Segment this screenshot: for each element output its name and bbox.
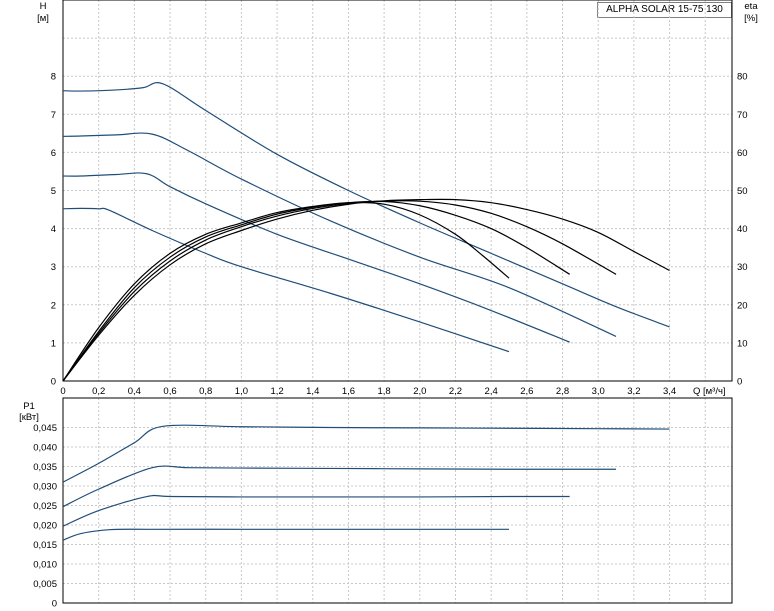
head-curve-1 bbox=[62, 207, 510, 353]
y2-tick-label: 50 bbox=[737, 186, 748, 197]
x-tick-label: 1,6 bbox=[342, 386, 355, 397]
y-tick-label: 6 bbox=[51, 148, 56, 159]
x-tick-label: 0 bbox=[60, 386, 65, 397]
x-tick-label: 3,0 bbox=[592, 386, 605, 397]
head-curve-2 bbox=[62, 172, 570, 343]
y-tick-label: 5 bbox=[51, 186, 56, 197]
x-tick-label: 2,0 bbox=[413, 386, 426, 397]
x-axis-title: Q bbox=[693, 386, 700, 397]
x-tick-label: 3,4 bbox=[663, 386, 676, 397]
x-tick-label: 1,0 bbox=[235, 386, 248, 397]
x-tick-label: 1,2 bbox=[270, 386, 283, 397]
y2-tick-label: 80 bbox=[737, 72, 748, 83]
p1-tick-label: 0,035 bbox=[33, 462, 57, 473]
y2-axis-title: eta bbox=[744, 1, 758, 12]
p1-tick-label: 0,005 bbox=[33, 579, 57, 590]
p1-tick-label: 0,015 bbox=[33, 540, 57, 551]
p1-tick-label: 0,030 bbox=[33, 482, 57, 493]
x-tick-label: 0,6 bbox=[163, 386, 176, 397]
p1-axis-title: P1 bbox=[23, 401, 35, 412]
y-tick-label: 3 bbox=[51, 262, 56, 273]
p1-tick-label: 0,020 bbox=[33, 521, 57, 532]
y-axis-title: H bbox=[40, 1, 47, 12]
y-tick-label: 7 bbox=[51, 110, 56, 121]
y2-tick-label: 70 bbox=[737, 110, 748, 121]
x-tick-label: 2,4 bbox=[485, 386, 498, 397]
y-tick-label: 1 bbox=[51, 338, 56, 349]
x-tick-label: 2,2 bbox=[449, 386, 462, 397]
x-axis-unit: [м³/ч] bbox=[703, 386, 726, 397]
y-tick-label: 2 bbox=[51, 300, 56, 311]
pump-performance-chart: 012345678010203040506070800 0,2 0,4 0,6 0,8 1… bbox=[19, 0, 758, 610]
p1-tick-label: 0,040 bbox=[33, 443, 57, 454]
power-curve-1 bbox=[62, 528, 509, 541]
y2-tick-label: 20 bbox=[737, 300, 748, 311]
p1-tick-label: 0,010 bbox=[33, 560, 57, 571]
x-tick-label: 3,2 bbox=[627, 386, 640, 397]
y-tick-label: 8 bbox=[51, 72, 56, 83]
head-curve-3 bbox=[62, 132, 617, 337]
y-tick-label: 4 bbox=[51, 224, 56, 235]
y2-tick-label: 40 bbox=[737, 224, 748, 235]
x-tick-label: 0,4 bbox=[128, 386, 141, 397]
p1-tick-label: 0,025 bbox=[33, 501, 57, 512]
y2-tick-label: 0 bbox=[737, 377, 742, 388]
x-tick-label: 0,2 bbox=[92, 386, 105, 397]
p1-tick-label: 0,045 bbox=[33, 423, 57, 434]
x-tick-label: 2,6 bbox=[520, 386, 533, 397]
y-axis-unit: [м] bbox=[37, 13, 49, 24]
y2-axis-unit: [%] bbox=[744, 13, 758, 24]
power-curve-2 bbox=[62, 494, 570, 527]
y-tick-label: 0 bbox=[51, 377, 56, 388]
p1-tick-label: 0 bbox=[52, 599, 57, 610]
y2-tick-label: 10 bbox=[737, 338, 748, 349]
head-curve-4 bbox=[62, 82, 670, 328]
x-tick-label: 2,8 bbox=[556, 386, 569, 397]
power-curve-4 bbox=[62, 424, 670, 483]
y2-tick-label: 60 bbox=[737, 148, 748, 159]
x-tick-label: 1,8 bbox=[378, 386, 391, 397]
p1-axis-unit: [кВт] bbox=[19, 412, 39, 423]
x-tick-label: 0,8 bbox=[199, 386, 212, 397]
x-tick-label: 1,4 bbox=[306, 386, 319, 397]
y2-tick-label: 30 bbox=[737, 262, 748, 273]
